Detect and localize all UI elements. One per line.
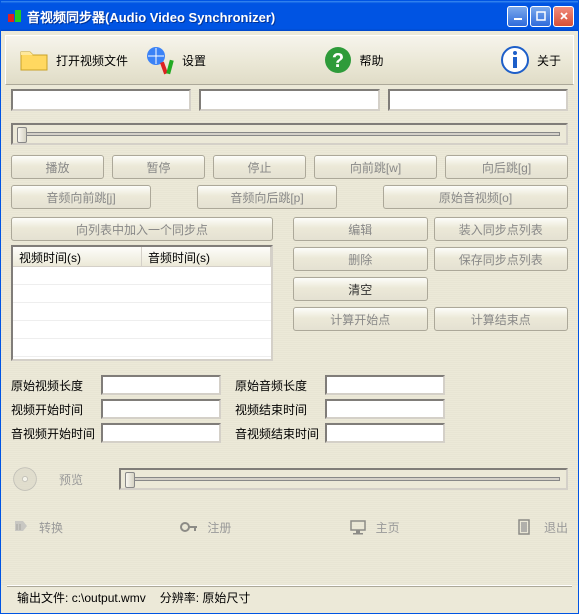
col-audio-time[interactable]: 音频时间(s) [142, 247, 271, 266]
orig-audio-len-field [325, 375, 445, 395]
output-file-label: 输出文件: [17, 591, 68, 605]
video-end-label: 视频结束时间 [235, 401, 311, 418]
audio-back-button[interactable]: 音频向后跳[p] [197, 185, 337, 209]
av-start-label: 音视频开始时间 [11, 425, 87, 442]
help-icon: ? [322, 44, 354, 76]
info-field-1 [11, 89, 191, 111]
table-row[interactable] [13, 267, 271, 285]
video-start-label: 视频开始时间 [11, 401, 87, 418]
settings-label: 设置 [182, 52, 206, 69]
table-row[interactable] [13, 285, 271, 303]
app-icon [7, 8, 23, 24]
register-label: 注册 [207, 519, 231, 536]
svg-text:?: ? [331, 50, 343, 72]
orig-video-len-field [101, 375, 221, 395]
orig-audio-len-label: 原始音频长度 [235, 377, 311, 394]
toolbar: 打开视频文件 设置 ? 帮助 关于 [5, 35, 574, 85]
skip-forward-button[interactable]: 向前跳[w] [314, 155, 437, 179]
output-file-path: c:\output.wmv [72, 591, 146, 605]
close-button[interactable] [553, 6, 574, 27]
main-window: 音视频同步器(Audio Video Synchronizer) 打开视频文件 … [0, 0, 579, 614]
skip-back-button[interactable]: 向后跳[g] [445, 155, 568, 179]
delete-button[interactable]: 删除 [293, 247, 428, 271]
help-label: 帮助 [360, 52, 384, 69]
convert-icon [11, 517, 31, 537]
col-video-time[interactable]: 视频时间(s) [13, 247, 142, 266]
sync-table[interactable]: 视频时间(s) 音频时间(s) [11, 245, 273, 361]
disc-icon [11, 465, 39, 493]
edit-button[interactable]: 编辑 [293, 217, 428, 241]
content-area: 播放 暂停 停止 向前跳[w] 向后跳[g] 音频向前跳[j] 音频向后跳[p]… [1, 89, 578, 585]
folder-icon [18, 44, 50, 76]
position-slider[interactable] [11, 123, 568, 145]
av-end-field [325, 423, 445, 443]
titlebar: 音视频同步器(Audio Video Synchronizer) [1, 1, 578, 31]
monitor-icon [348, 517, 368, 537]
resolution-value: 原始尺寸 [202, 591, 250, 605]
preview-slider-thumb[interactable] [125, 472, 135, 488]
window-title: 音视频同步器(Audio Video Synchronizer) [27, 7, 507, 26]
save-list-button[interactable]: 保存同步点列表 [434, 247, 569, 271]
settings-button[interactable]: 设置 [138, 42, 212, 78]
resolution-label: 分辨率: [160, 591, 199, 605]
preview-slider[interactable] [119, 468, 568, 490]
add-sync-point-button[interactable]: 向列表中加入一个同步点 [11, 217, 273, 241]
about-button[interactable]: 关于 [493, 42, 567, 78]
about-label: 关于 [537, 52, 561, 69]
exit-button[interactable]: 退出 [516, 517, 568, 537]
exit-icon [516, 517, 536, 537]
video-start-field [101, 399, 221, 419]
open-label: 打开视频文件 [56, 52, 128, 69]
key-icon [179, 517, 199, 537]
pause-button[interactable]: 暂停 [112, 155, 205, 179]
load-list-button[interactable]: 装入同步点列表 [434, 217, 569, 241]
av-end-label: 音视频结束时间 [235, 425, 311, 442]
stop-button[interactable]: 停止 [213, 155, 306, 179]
convert-button[interactable]: 转换 [11, 517, 63, 537]
register-button[interactable]: 注册 [179, 517, 231, 537]
convert-label: 转换 [39, 519, 63, 536]
open-video-button[interactable]: 打开视频文件 [12, 42, 134, 78]
clear-button[interactable]: 清空 [293, 277, 428, 301]
table-row[interactable] [13, 303, 271, 321]
original-av-button[interactable]: 原始音视频[o] [383, 185, 568, 209]
video-end-field [325, 399, 445, 419]
av-start-field [101, 423, 221, 443]
preview-label: 预览 [59, 471, 99, 488]
status-bar: 输出文件: c:\output.wmv 分辨率: 原始尺寸 [7, 585, 572, 609]
table-row[interactable] [13, 339, 271, 357]
calc-start-button[interactable]: 计算开始点 [293, 307, 428, 331]
audio-forward-button[interactable]: 音频向前跳[j] [11, 185, 151, 209]
play-button[interactable]: 播放 [11, 155, 104, 179]
home-button[interactable]: 主页 [348, 517, 400, 537]
orig-video-len-label: 原始视频长度 [11, 377, 87, 394]
calc-end-button[interactable]: 计算结束点 [434, 307, 569, 331]
info-field-2 [199, 89, 379, 111]
exit-label: 退出 [544, 519, 568, 536]
globe-tools-icon [144, 44, 176, 76]
info-field-3 [388, 89, 568, 111]
home-label: 主页 [376, 519, 400, 536]
info-icon [499, 44, 531, 76]
table-row[interactable] [13, 321, 271, 339]
help-button[interactable]: ? 帮助 [316, 42, 390, 78]
minimize-button[interactable] [507, 6, 528, 27]
slider-thumb[interactable] [17, 127, 27, 143]
maximize-button[interactable] [530, 6, 551, 27]
